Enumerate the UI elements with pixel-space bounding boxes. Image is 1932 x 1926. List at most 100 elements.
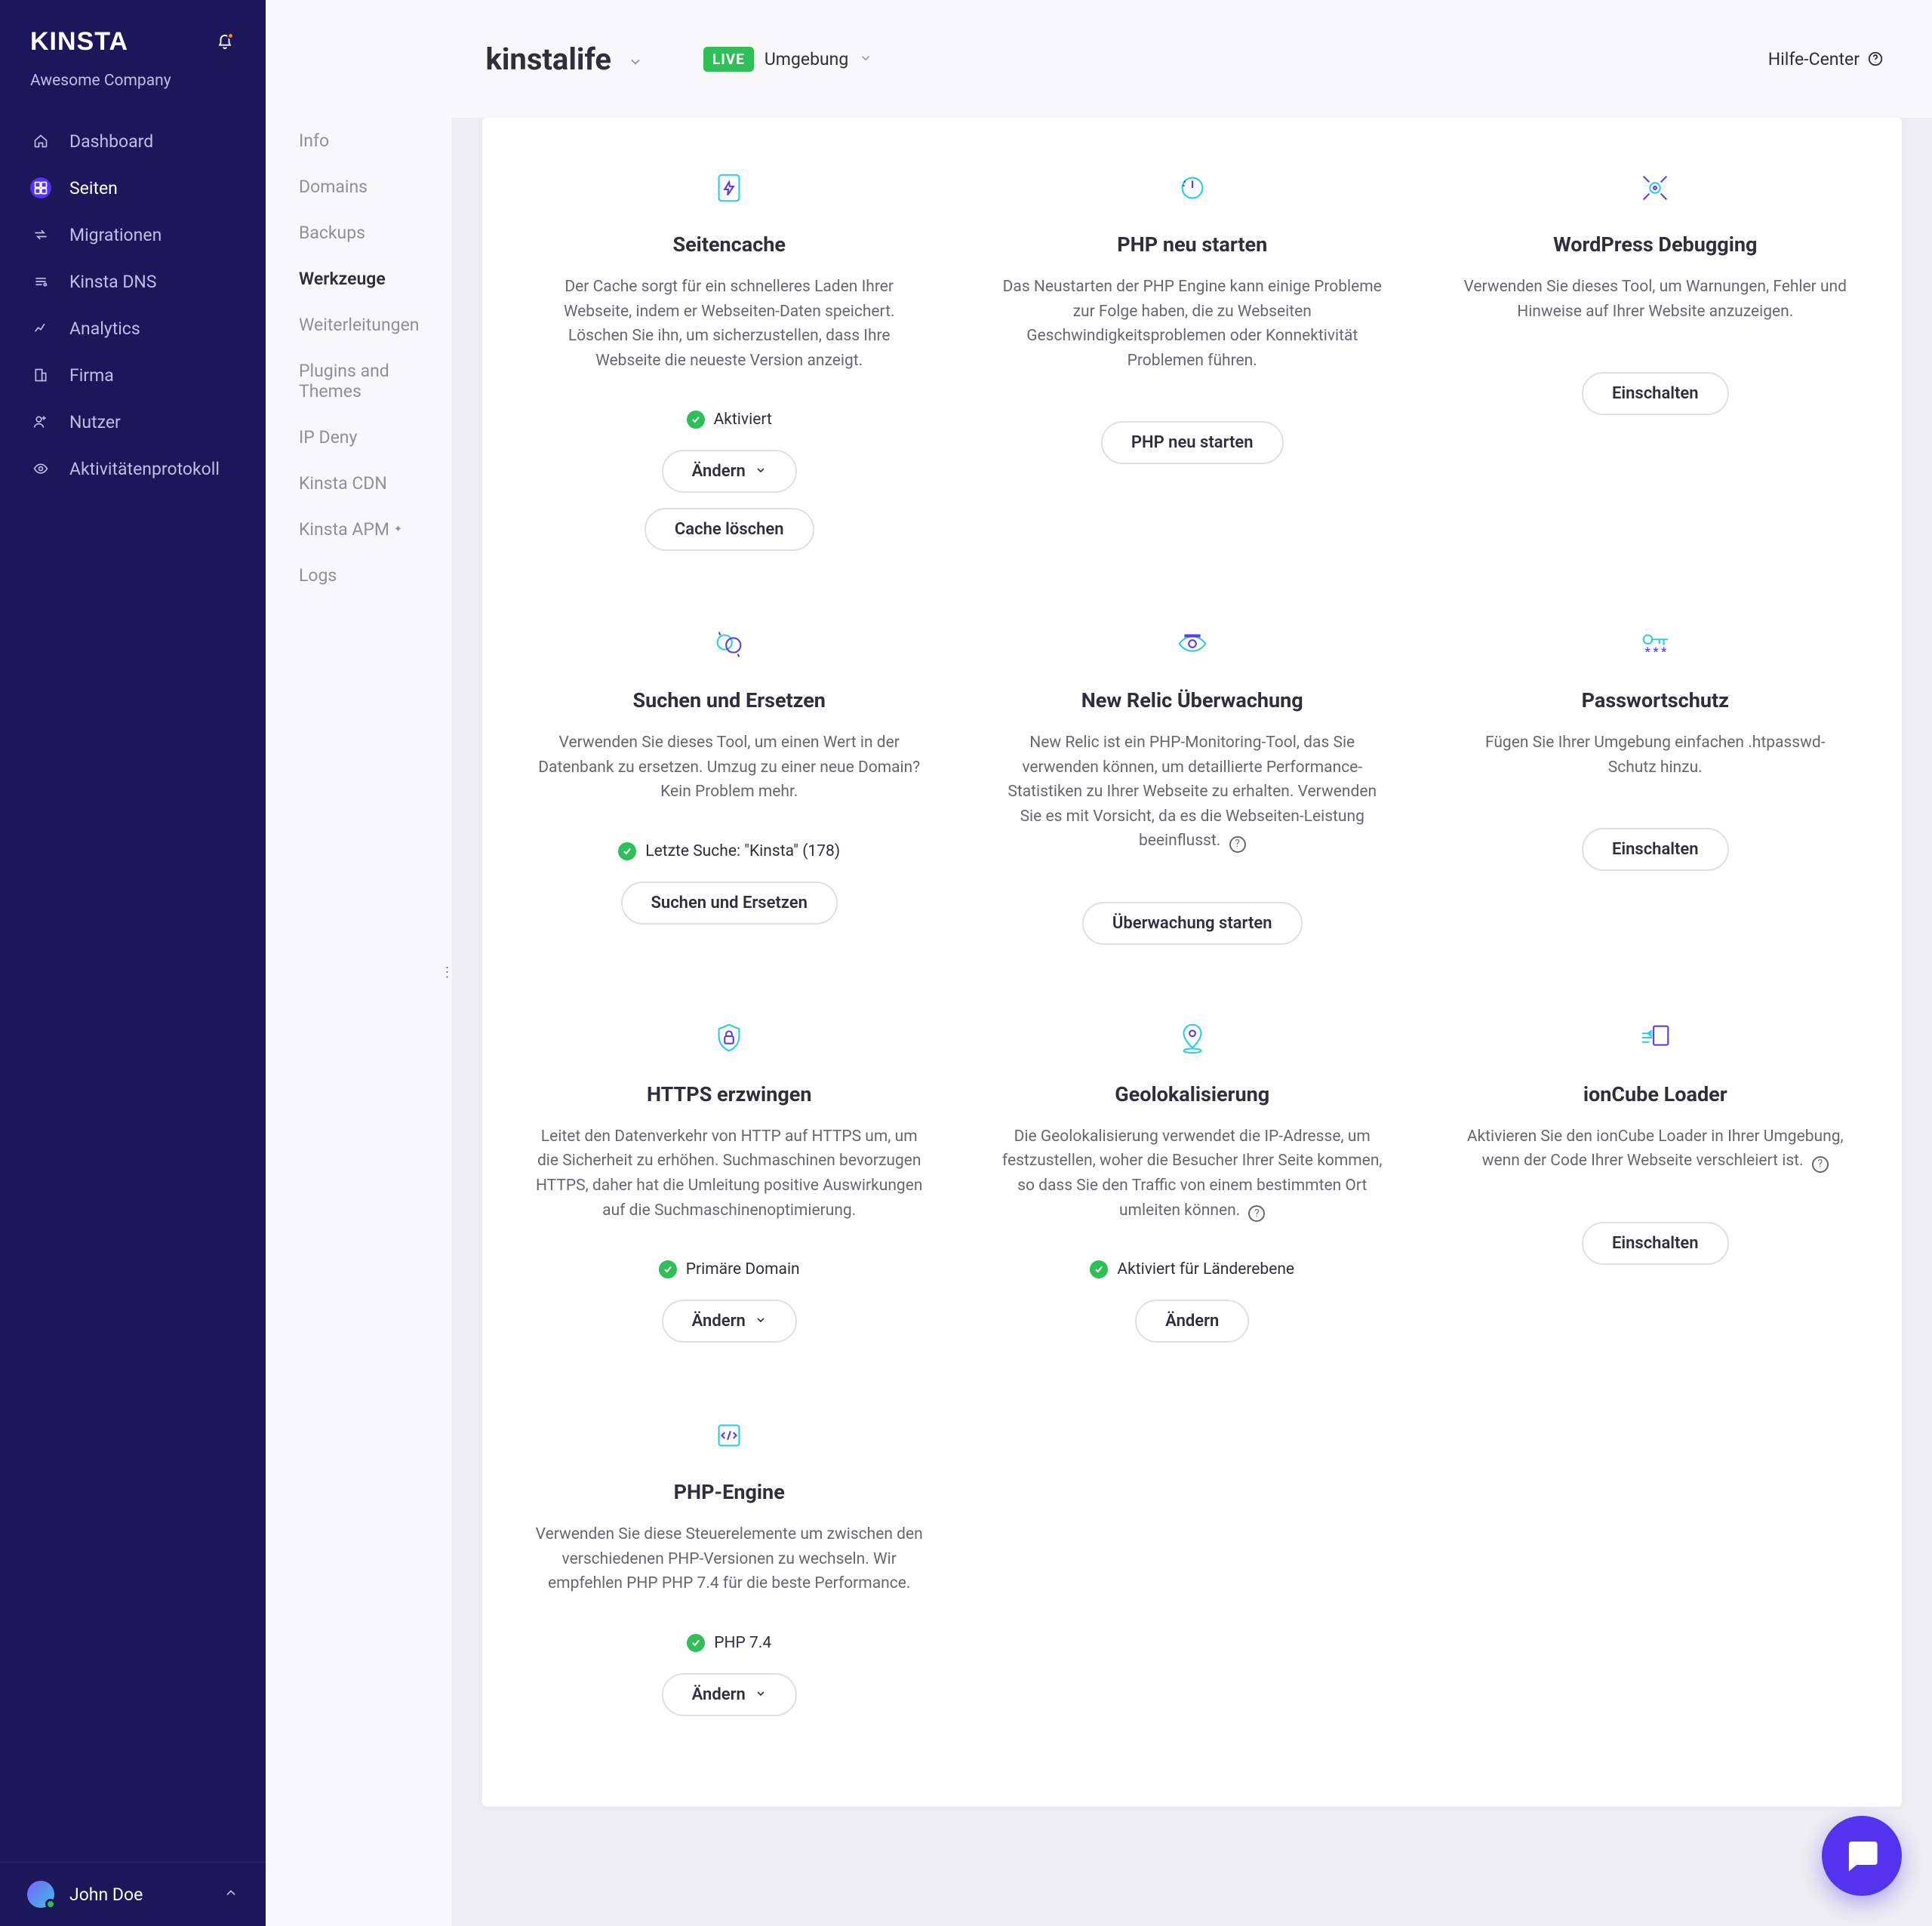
notifications-button[interactable]: [214, 32, 235, 53]
wp-debug-icon: [1638, 171, 1672, 205]
live-badge: LIVE: [703, 47, 754, 72]
notification-dot: [227, 32, 234, 39]
site-name: kinstalife: [485, 42, 611, 77]
nav-label: Analytics: [69, 318, 140, 339]
tool-geo: GeolokalisierungDie Geolokalisierung ver…: [976, 1020, 1409, 1343]
newrelic-action-button[interactable]: Überwachung starten: [1082, 902, 1303, 945]
nav-users[interactable]: Nutzer: [0, 399, 266, 445]
secondary-sidebar: Info Domains Backups Werkzeuge Weiterlei…: [266, 0, 452, 1926]
info-icon[interactable]: ?: [1248, 1205, 1265, 1222]
nav-activity[interactable]: Aktivitätenprotokoll: [0, 446, 266, 491]
tool-status: Primäre Domain: [659, 1260, 800, 1278]
ioncube-action-button[interactable]: Einschalten: [1582, 1222, 1729, 1265]
tool-title: WordPress Debugging: [1553, 232, 1757, 257]
avatar: [27, 1881, 54, 1908]
home-icon: [33, 134, 48, 149]
password-action-button[interactable]: Einschalten: [1582, 828, 1729, 871]
tool-title: New Relic Überwachung: [1081, 688, 1303, 712]
nav-dashboard[interactable]: Dashboard: [0, 118, 266, 164]
nav-label: Seiten: [69, 178, 118, 198]
cache-icon: [712, 171, 746, 205]
migrate-icon: [33, 227, 48, 242]
svg-text:* * *: * * *: [1645, 645, 1667, 659]
tool-password: * * *PasswortschutzFügen Sie Ihrer Umgeb…: [1438, 626, 1872, 945]
user-name: John Doe: [69, 1884, 143, 1905]
geo-icon: [1175, 1020, 1210, 1055]
sub-apm[interactable]: Kinsta APM✦: [266, 506, 452, 552]
search-replace-icon: [712, 626, 746, 661]
sub-redirects[interactable]: Weiterleitungen: [266, 302, 452, 348]
tool-title: Passwortschutz: [1582, 688, 1729, 712]
nav-dns[interactable]: Kinsta DNS: [0, 259, 266, 304]
topbar: kinstalife LIVE Umgebung Hilfe-Center: [271, 0, 1932, 118]
main: kinstalife LIVE Umgebung Hilfe-Center Se…: [452, 0, 1932, 1926]
tool-title: PHP neu starten: [1117, 232, 1267, 257]
nav-analytics[interactable]: Analytics: [0, 306, 266, 351]
php-engine-icon: [712, 1418, 746, 1453]
nav-label: Firma: [69, 365, 114, 386]
info-icon[interactable]: ?: [1229, 836, 1246, 853]
primary-nav-list: Dashboard Seiten Migrationen Kinsta DNS …: [0, 108, 266, 1862]
tool-description: Der Cache sorgt für ein schnelleres Lade…: [535, 275, 923, 373]
sub-plugins[interactable]: Plugins and Themes: [266, 348, 452, 414]
intercom-launcher[interactable]: [1822, 1816, 1902, 1896]
star-icon: ✦: [394, 524, 402, 535]
chevron-down-icon: [755, 1312, 767, 1331]
help-center-button[interactable]: Hilfe-Center: [1768, 49, 1884, 69]
tool-title: Seitencache: [672, 232, 786, 257]
sub-tools[interactable]: Werkzeuge: [266, 256, 452, 302]
nav-migrations[interactable]: Migrationen: [0, 212, 266, 257]
company-name[interactable]: Awesome Company: [30, 72, 235, 90]
tool-cache: Seitencache Der Cache sorgt für ein schne…: [512, 171, 946, 551]
help-label: Hilfe-Center: [1768, 49, 1860, 69]
users-icon: [33, 414, 48, 429]
info-icon[interactable]: ?: [1812, 1156, 1829, 1173]
chat-icon: [1844, 1838, 1880, 1874]
tools-panel: Seitencache Der Cache sorgt für ein schne…: [482, 118, 1902, 1807]
nav-label: Kinsta DNS: [69, 272, 157, 292]
tool-ioncube: ionCube LoaderAktivieren Sie den ionCube…: [1438, 1020, 1872, 1343]
wp-debug-action-button[interactable]: Einschalten: [1582, 372, 1729, 415]
nav-sites[interactable]: Seiten: [0, 165, 266, 211]
nav-company[interactable]: Firma: [0, 352, 266, 398]
sub-logs[interactable]: Logs: [266, 552, 452, 598]
sub-ipdeny[interactable]: IP Deny: [266, 414, 452, 460]
tool-description: Verwenden Sie dieses Tool, um Warnungen,…: [1461, 275, 1849, 324]
tool-description: Die Geolokalisierung verwendet die IP-Ad…: [998, 1125, 1386, 1223]
cache-action-button[interactable]: Ändern: [662, 450, 797, 493]
tool-php-engine: PHP-EngineVerwenden Sie diese Steuerelem…: [512, 1418, 946, 1716]
nav-label: Dashboard: [69, 131, 153, 152]
environment-label: Umgebung: [764, 49, 848, 69]
tool-php-restart: PHP neu starten Das Neustarten der PHP En…: [976, 171, 1409, 551]
user-menu[interactable]: John Doe: [0, 1862, 266, 1926]
tool-wp-debug: WordPress Debugging Verwenden Sie dieses …: [1438, 171, 1872, 551]
php-restart-icon: [1175, 171, 1210, 205]
sub-info[interactable]: Info: [266, 118, 452, 164]
site-switcher[interactable]: kinstalife: [485, 42, 642, 77]
check-icon: [687, 411, 705, 429]
tool-https: HTTPS erzwingenLeitet den Datenverkehr v…: [512, 1020, 946, 1343]
primary-sidebar: KINSTA Awesome Company Dashboard Seiten …: [0, 0, 266, 1926]
tool-description: Verwenden Sie diese Steuerelemente um zw…: [535, 1522, 923, 1596]
brand-logo: KINSTA: [30, 27, 128, 57]
sub-cdn[interactable]: Kinsta CDN: [266, 460, 452, 506]
tool-status: Letzte Suche: "Kinsta" (178): [618, 842, 840, 860]
geo-action-button[interactable]: Ändern: [1135, 1300, 1249, 1343]
sidebar-resize-handle[interactable]: [441, 963, 453, 981]
chevron-down-icon: [755, 1685, 767, 1704]
tool-description: Das Neustarten der PHP Engine kann einig…: [998, 275, 1386, 373]
tool-status: PHP 7.4: [687, 1634, 771, 1652]
php-restart-action-button[interactable]: PHP neu starten: [1101, 421, 1284, 464]
sub-domains[interactable]: Domains: [266, 164, 452, 210]
php-engine-action-button[interactable]: Ändern: [662, 1673, 797, 1716]
nav-label: Aktivitätenprotokoll: [69, 459, 220, 479]
ioncube-icon: [1638, 1020, 1672, 1055]
tool-status: Aktiviert für Länderebene: [1090, 1260, 1294, 1278]
tool-description: Aktivieren Sie den ionCube Loader in Ihr…: [1461, 1125, 1849, 1174]
environment-switcher[interactable]: LIVE Umgebung: [703, 47, 872, 72]
https-action-button[interactable]: Ändern: [662, 1300, 797, 1343]
sub-backups[interactable]: Backups: [266, 210, 452, 256]
cache-secondary-button[interactable]: Cache löschen: [645, 508, 814, 551]
search-replace-action-button[interactable]: Suchen und Ersetzen: [621, 881, 838, 925]
company-icon: [33, 368, 48, 383]
